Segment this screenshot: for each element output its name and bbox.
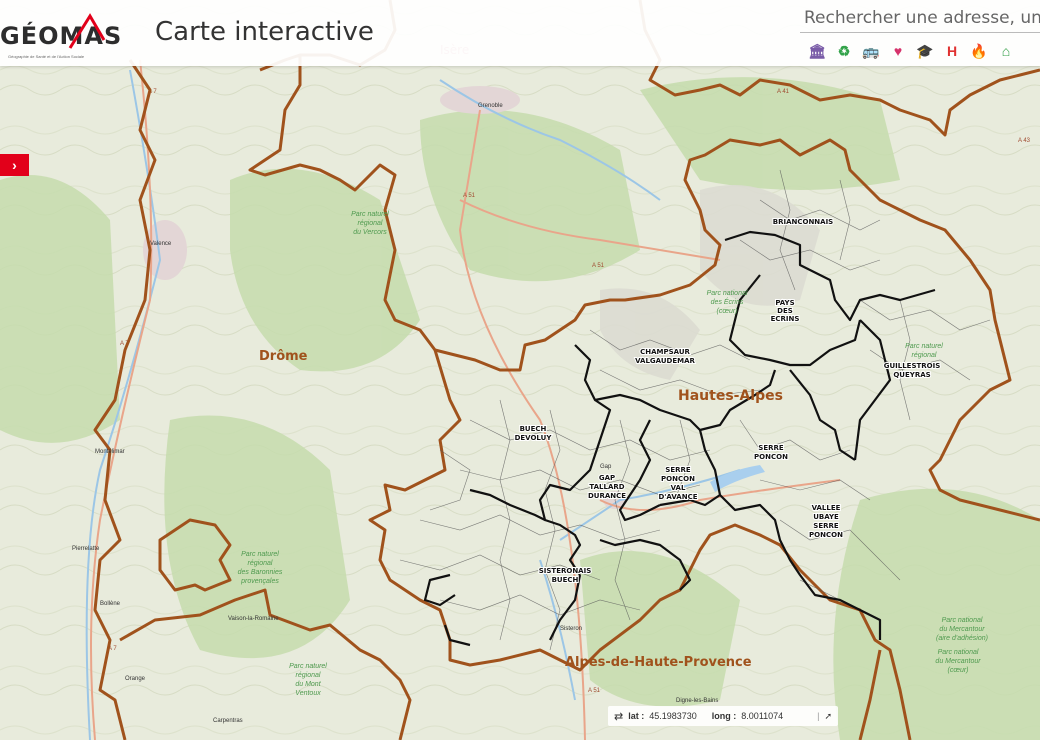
svg-text:SERRE: SERRE — [813, 522, 839, 530]
hospital-icon[interactable]: H — [941, 40, 963, 62]
chevron-right-icon: › — [12, 157, 17, 173]
svg-text:Gap: Gap — [600, 464, 612, 470]
svg-text:Ventoux: Ventoux — [295, 690, 321, 697]
svg-text:ECRINS: ECRINS — [771, 315, 800, 323]
bank-icon[interactable]: 🏛 — [806, 40, 828, 62]
svg-text:régional: régional — [296, 672, 321, 679]
svg-text:Parc naturel: Parc naturel — [241, 551, 279, 558]
svg-text:Parc national: Parc national — [938, 649, 979, 656]
svg-text:du Mercantour: du Mercantour — [935, 658, 981, 665]
map-canvas[interactable]: A 7 A 7 A 7 A 51 A 51 A 51 A 41 A 43 Drô… — [0, 0, 1040, 740]
sidebar-toggle-button[interactable]: › — [0, 154, 29, 176]
lat-value: 45.1983730 — [649, 711, 697, 721]
coordinate-readout: ⇄ lat : 45.1983730 long : 8.0011074 | ➚ — [608, 706, 838, 726]
svg-text:VAL: VAL — [671, 484, 686, 492]
label-hautes-alpes: Hautes-Alpes — [678, 388, 783, 404]
svg-text:(cœur): (cœur) — [717, 308, 738, 315]
svg-text:SERRE: SERRE — [665, 466, 691, 474]
svg-text:Parc naturel: Parc naturel — [351, 211, 389, 218]
recycle-icon[interactable]: ♻ — [833, 40, 855, 62]
svg-text:CHAMPSAUR: CHAMPSAUR — [640, 348, 690, 356]
logo-peak-icon — [68, 13, 106, 49]
svg-text:Montélimar: Montélimar — [95, 449, 125, 455]
svg-text:Parc national: Parc national — [942, 617, 983, 624]
svg-text:A 51: A 51 — [592, 263, 605, 269]
svg-text:Parc naturel: Parc naturel — [905, 343, 943, 350]
svg-text:des Baronnies: des Baronnies — [238, 569, 283, 576]
svg-text:Carpentras: Carpentras — [213, 718, 243, 724]
svg-text:DEVOLUY: DEVOLUY — [515, 434, 553, 442]
svg-text:Sisteron: Sisteron — [560, 626, 582, 632]
svg-text:provençales: provençales — [240, 578, 279, 585]
svg-text:GAP: GAP — [599, 474, 615, 482]
svg-text:du Mercantour: du Mercantour — [939, 626, 985, 633]
svg-text:TALLARD: TALLARD — [589, 483, 624, 491]
cursor-icon[interactable]: ➚ — [824, 711, 832, 722]
long-value: 8.0011074 — [741, 711, 784, 721]
category-filter-bar: 🏛 ♻ 🚌 ♥ 🎓 H 🔥 ⌂ — [806, 40, 1017, 62]
svg-text:BUECH: BUECH — [520, 425, 547, 433]
svg-text:Digne-les-Bains: Digne-les-Bains — [676, 698, 718, 704]
geomas-logo[interactable]: GÉOMAS Géographie de Santé et de l'Actio… — [0, 10, 130, 59]
svg-text:A 51: A 51 — [588, 688, 601, 694]
swap-icon[interactable]: ⇄ — [614, 710, 623, 723]
logo-subtitle: Géographie de Santé et de l'Action Socia… — [8, 54, 85, 59]
svg-text:régional: régional — [912, 352, 937, 359]
svg-text:régional: régional — [358, 220, 383, 227]
svg-text:Grenoble: Grenoble — [478, 103, 503, 109]
svg-text:GUILLESTROIS: GUILLESTROIS — [884, 362, 941, 370]
svg-text:BUECH: BUECH — [552, 576, 579, 584]
svg-text:A 51: A 51 — [463, 193, 476, 199]
long-label: long : — [711, 711, 737, 721]
svg-text:Parc national: Parc national — [707, 290, 748, 297]
svg-text:Vaison-la-Romaine: Vaison-la-Romaine — [228, 616, 279, 622]
school-icon[interactable]: 🎓 — [914, 40, 936, 62]
svg-text:PONCON: PONCON — [809, 531, 843, 539]
label-drome: Drôme — [259, 349, 308, 364]
search-input[interactable] — [800, 4, 1040, 33]
svg-text:DES: DES — [777, 307, 793, 315]
svg-text:Orange: Orange — [125, 676, 146, 682]
svg-text:Parc naturel: Parc naturel — [289, 663, 327, 670]
top-bar: GÉOMAS Géographie de Santé et de l'Actio… — [0, 0, 1040, 66]
heart-icon[interactable]: ♥ — [887, 40, 909, 62]
svg-text:QUEYRAS: QUEYRAS — [893, 371, 930, 379]
svg-text:du Vercors: du Vercors — [353, 229, 387, 236]
svg-text:Pierrelatte: Pierrelatte — [72, 546, 100, 552]
svg-text:Valence: Valence — [150, 241, 172, 247]
svg-text:PONCON: PONCON — [661, 475, 695, 483]
page-title: Carte interactive — [155, 17, 374, 47]
svg-text:UBAYE: UBAYE — [813, 513, 839, 521]
svg-text:A 43: A 43 — [1018, 138, 1031, 144]
svg-text:D'AVANCE: D'AVANCE — [658, 493, 697, 501]
svg-text:Bollène: Bollène — [100, 601, 121, 607]
svg-text:(aire d'adhésion): (aire d'adhésion) — [936, 635, 988, 642]
svg-text:VALGAUDEMAR: VALGAUDEMAR — [635, 357, 695, 365]
svg-text:SERRE: SERRE — [758, 444, 784, 452]
svg-text:BRIANCONNAIS: BRIANCONNAIS — [773, 218, 833, 226]
bus-icon[interactable]: 🚌 — [860, 40, 882, 62]
fire-icon[interactable]: 🔥 — [968, 40, 990, 62]
lat-label: lat : — [628, 711, 645, 721]
svg-text:(cœur): (cœur) — [948, 667, 969, 674]
svg-text:régional: régional — [248, 560, 273, 567]
divider: | — [817, 711, 820, 721]
svg-text:des Écrins: des Écrins — [711, 297, 744, 306]
svg-text:PONCON: PONCON — [754, 453, 788, 461]
svg-text:DURANCE: DURANCE — [588, 492, 626, 500]
svg-text:SISTERONAIS: SISTERONAIS — [539, 567, 592, 575]
svg-text:A 41: A 41 — [777, 89, 790, 95]
home-icon[interactable]: ⌂ — [995, 40, 1017, 62]
svg-text:PAYS: PAYS — [775, 299, 794, 307]
svg-text:du Mont: du Mont — [295, 681, 321, 688]
svg-text:VALLEE: VALLEE — [812, 504, 841, 512]
label-alpes-de-haute-provence: Alpes-de-Haute-Provence — [565, 655, 752, 670]
